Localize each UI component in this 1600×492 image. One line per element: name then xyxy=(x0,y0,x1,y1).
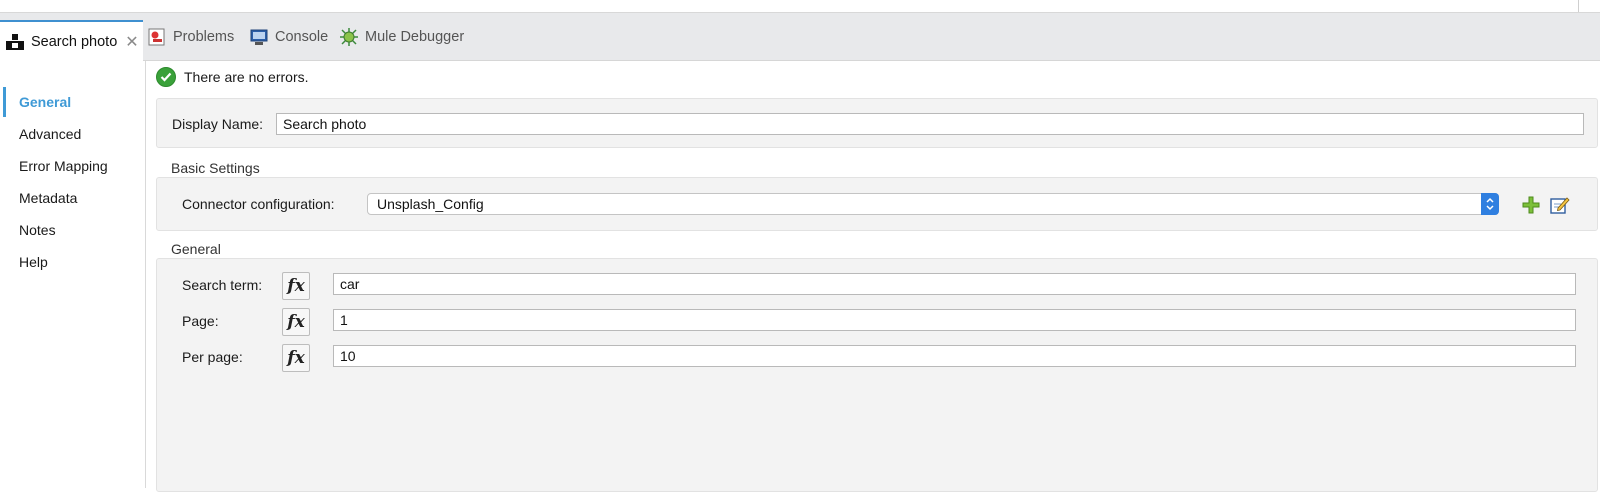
sidebar-item-general[interactable]: General xyxy=(0,87,145,117)
sidebar-item-advanced[interactable]: Advanced xyxy=(0,119,145,149)
display-name-label: Display Name: xyxy=(172,116,264,132)
sidebar-item-metadata[interactable]: Metadata xyxy=(0,183,145,213)
sidebar-item-label: Notes xyxy=(19,222,56,238)
sidebar-item-error-mapping[interactable]: Error Mapping xyxy=(0,151,145,181)
tab-label: Problems xyxy=(173,28,235,45)
unsplash-icon xyxy=(5,33,25,51)
check-circle-icon xyxy=(156,67,176,87)
fx-toggle-button[interactable]: fx xyxy=(282,272,310,300)
add-config-icon[interactable] xyxy=(1520,194,1542,216)
fx-toggle-button[interactable]: fx xyxy=(282,344,310,372)
page-input[interactable] xyxy=(333,309,1576,331)
status-text: There are no errors. xyxy=(184,69,309,85)
sidebar-item-label: Help xyxy=(19,254,48,270)
fx-toggle-button[interactable]: fx xyxy=(282,308,310,336)
tab-mule-debugger[interactable]: Mule Debugger xyxy=(339,13,464,60)
tab-problems[interactable]: Problems xyxy=(147,13,234,60)
search-term-input[interactable] xyxy=(333,273,1576,295)
display-name-input[interactable] xyxy=(276,113,1584,135)
sidebar-item-notes[interactable]: Notes xyxy=(0,215,145,245)
top-editor-area xyxy=(0,0,1600,13)
basic-settings-title: Basic Settings xyxy=(171,160,260,176)
tab-label: Search photo xyxy=(31,34,118,50)
page-label: Page: xyxy=(182,313,219,329)
close-icon[interactable]: ✕ xyxy=(125,32,138,52)
sidebar-item-label: Metadata xyxy=(19,190,78,206)
per-page-input[interactable] xyxy=(333,345,1576,367)
tab-label: Console xyxy=(275,28,329,45)
search-term-label: Search term: xyxy=(182,277,263,293)
chevron-updown-icon xyxy=(1481,193,1499,215)
fx-icon: fx xyxy=(287,276,305,296)
connector-config-label: Connector configuration: xyxy=(182,196,335,212)
connector-config-value: Unsplash_Config xyxy=(377,196,484,212)
tab-search-photo[interactable]: Search photo ✕ xyxy=(0,20,143,62)
sidebar-item-help[interactable]: Help xyxy=(0,247,145,277)
debugger-icon xyxy=(339,27,359,46)
general-section-title: General xyxy=(171,241,221,257)
tab-console[interactable]: Console xyxy=(249,13,328,60)
tab-bar: Search photo ✕ Problems Console Mule Deb… xyxy=(0,13,1600,62)
sidebar: General Advanced Error Mapping Metadata … xyxy=(0,61,146,488)
connector-config-select[interactable]: Unsplash_Config xyxy=(367,193,1499,215)
editor-edge xyxy=(1578,0,1579,12)
status-message: There are no errors. xyxy=(156,67,309,87)
edit-config-icon[interactable] xyxy=(1549,194,1571,216)
sidebar-item-label: Error Mapping xyxy=(19,158,108,174)
fx-icon: fx xyxy=(287,348,305,368)
tab-label: Mule Debugger xyxy=(365,28,465,45)
sidebar-item-label: General xyxy=(19,94,72,110)
per-page-label: Per page: xyxy=(182,349,243,365)
fx-icon: fx xyxy=(287,312,305,332)
problems-icon xyxy=(147,28,167,46)
console-icon xyxy=(249,28,269,46)
sidebar-item-label: Advanced xyxy=(19,126,82,142)
